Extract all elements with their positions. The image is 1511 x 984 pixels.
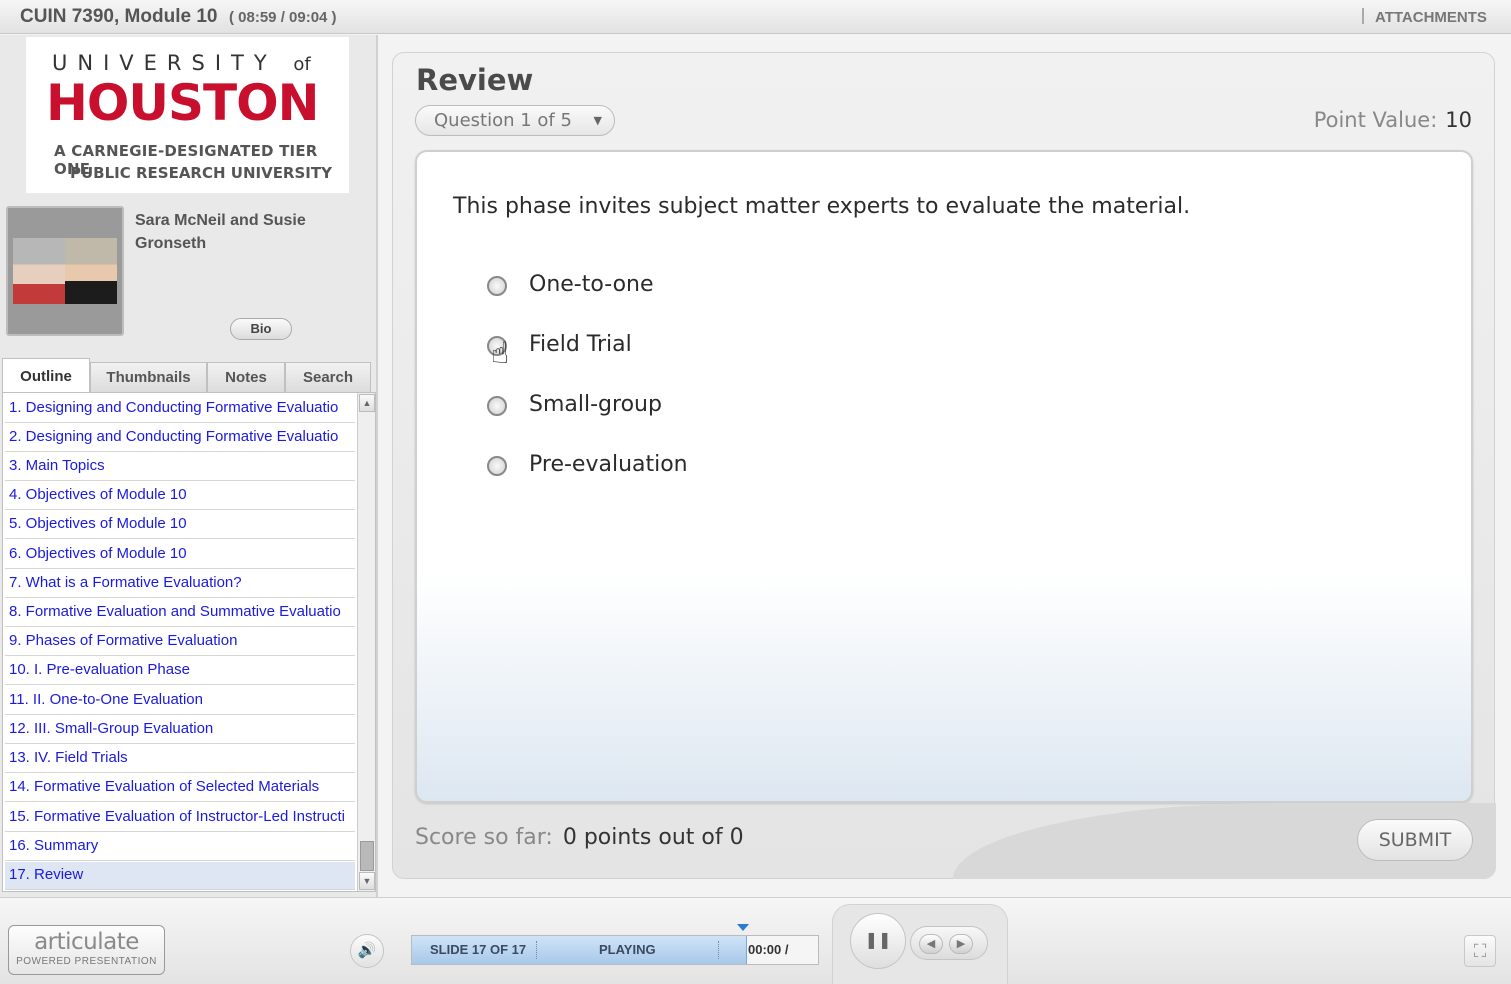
fullscreen-icon[interactable]: ⛶ (1464, 935, 1496, 967)
elapsed-time: ( 08:59 / 09:04 ) (229, 9, 337, 26)
sidebar: UNIVERSITY of HOUSTON A CARNEGIE-DESIGNA… (0, 35, 378, 897)
radio-button[interactable] (487, 456, 507, 476)
attachments-button[interactable]: ATTACHMENTS (1375, 9, 1487, 26)
outline-item[interactable]: 12. III. Small-Group Evaluation (5, 716, 355, 744)
page-title: Review (416, 63, 534, 97)
pause-icon[interactable]: ❚❚ (850, 913, 906, 969)
submit-button[interactable]: SUBMIT (1357, 819, 1473, 861)
tab-notes[interactable]: Notes (207, 362, 285, 392)
player-controls: articulate POWERED PRESENTATION 🔊 SLIDE … (0, 897, 1511, 984)
articulate-logo[interactable]: articulate POWERED PRESENTATION (8, 925, 165, 975)
seekbar[interactable]: SLIDE 17 OF 17 PLAYING 00:00 / (411, 935, 819, 965)
question-select-label: Question 1 of 5 (434, 110, 572, 131)
outline-item[interactable]: 15. Formative Evaluation of Instructor-L… (5, 804, 355, 832)
previous-icon[interactable]: ◀ (919, 934, 943, 954)
outline-item[interactable]: 16. Summary (5, 833, 355, 861)
chevron-down-icon: ▼ (593, 114, 602, 127)
outline-item[interactable]: 1. Designing and Conducting Formative Ev… (5, 395, 355, 423)
slide-counter: SLIDE 17 OF 17 (430, 942, 527, 957)
presenter-photo-2 (65, 238, 117, 304)
tab-thumbnails[interactable]: Thumbnails (90, 362, 207, 392)
presenter-name: Sara McNeil and Susie Gronseth (135, 212, 306, 252)
presenter-photo (6, 206, 124, 336)
outline-item[interactable]: 8. Formative Evaluation and Summative Ev… (5, 599, 355, 627)
top-bar: CUIN 7390, Module 10 ( 08:59 / 09:04 ) A… (0, 0, 1511, 34)
outline-list: 1. Designing and Conducting Formative Ev… (2, 392, 376, 892)
outline-scrollbar[interactable]: ▲ ▼ (357, 393, 375, 891)
skip-controls: ◀ ▶ (910, 926, 988, 960)
review-panel: Review Question 1 of 5 ▼ Point Value: 10 … (392, 52, 1496, 879)
question-card: This phase invites subject matter expert… (415, 150, 1473, 803)
outline-item[interactable]: 3. Main Topics (5, 453, 355, 481)
sidebar-tabs: Outline Thumbnails Notes Search (2, 358, 372, 392)
scroll-up-icon[interactable]: ▲ (359, 394, 375, 412)
outline-item[interactable]: 13. IV. Field Trials (5, 745, 355, 773)
outline-item[interactable]: 9. Phases of Formative Evaluation (5, 628, 355, 656)
point-value: Point Value: 10 (1313, 108, 1472, 132)
next-icon[interactable]: ▶ (949, 934, 973, 954)
outline-item[interactable]: 7. What is a Formative Evaluation? (5, 570, 355, 598)
course-title: CUIN 7390, Module 10 (20, 6, 218, 27)
playhead-marker[interactable] (737, 924, 749, 931)
divider (1362, 8, 1364, 24)
question-select[interactable]: Question 1 of 5 ▼ (415, 105, 615, 136)
scroll-down-icon[interactable]: ▼ (359, 872, 375, 890)
outline-item[interactable]: 14. Formative Evaluation of Selected Mat… (5, 774, 355, 802)
presenter-photo-1 (13, 238, 65, 304)
outline-item[interactable]: 4. Objectives of Module 10 (5, 482, 355, 510)
outline-item[interactable]: 6. Objectives of Module 10 (5, 541, 355, 569)
question-text: This phase invites subject matter expert… (453, 194, 1191, 219)
hand-pointer-icon: ☝ (491, 337, 510, 370)
answer-label[interactable]: One-to-one (529, 272, 654, 297)
speaker-icon[interactable]: 🔊 (350, 934, 384, 968)
tab-search[interactable]: Search (285, 362, 371, 392)
answer-label[interactable]: Small-group (529, 392, 662, 417)
elapsed-time: 00:00 / (748, 942, 789, 957)
radio-button[interactable] (487, 276, 507, 296)
tab-outline[interactable]: Outline (2, 358, 90, 392)
outline-item[interactable]: 5. Objectives of Module 10 (5, 511, 355, 539)
score-display: Score so far: 0 points out of 0 (415, 825, 744, 850)
outline-item[interactable]: 10. I. Pre-evaluation Phase (5, 657, 355, 685)
bio-button[interactable]: Bio (230, 318, 292, 340)
outline-item[interactable]: 2. Designing and Conducting Formative Ev… (5, 424, 355, 452)
answer-label[interactable]: Field Trial (529, 332, 632, 357)
university-logo: UNIVERSITY of HOUSTON A CARNEGIE-DESIGNA… (26, 37, 349, 193)
outline-item-selected[interactable]: 17. Review (5, 862, 355, 890)
scroll-thumb[interactable] (360, 841, 374, 871)
play-state: PLAYING (599, 942, 656, 957)
outline-item[interactable]: 11. II. One-to-One Evaluation (5, 687, 355, 715)
radio-button[interactable] (487, 396, 507, 416)
answer-label[interactable]: Pre-evaluation (529, 452, 688, 477)
